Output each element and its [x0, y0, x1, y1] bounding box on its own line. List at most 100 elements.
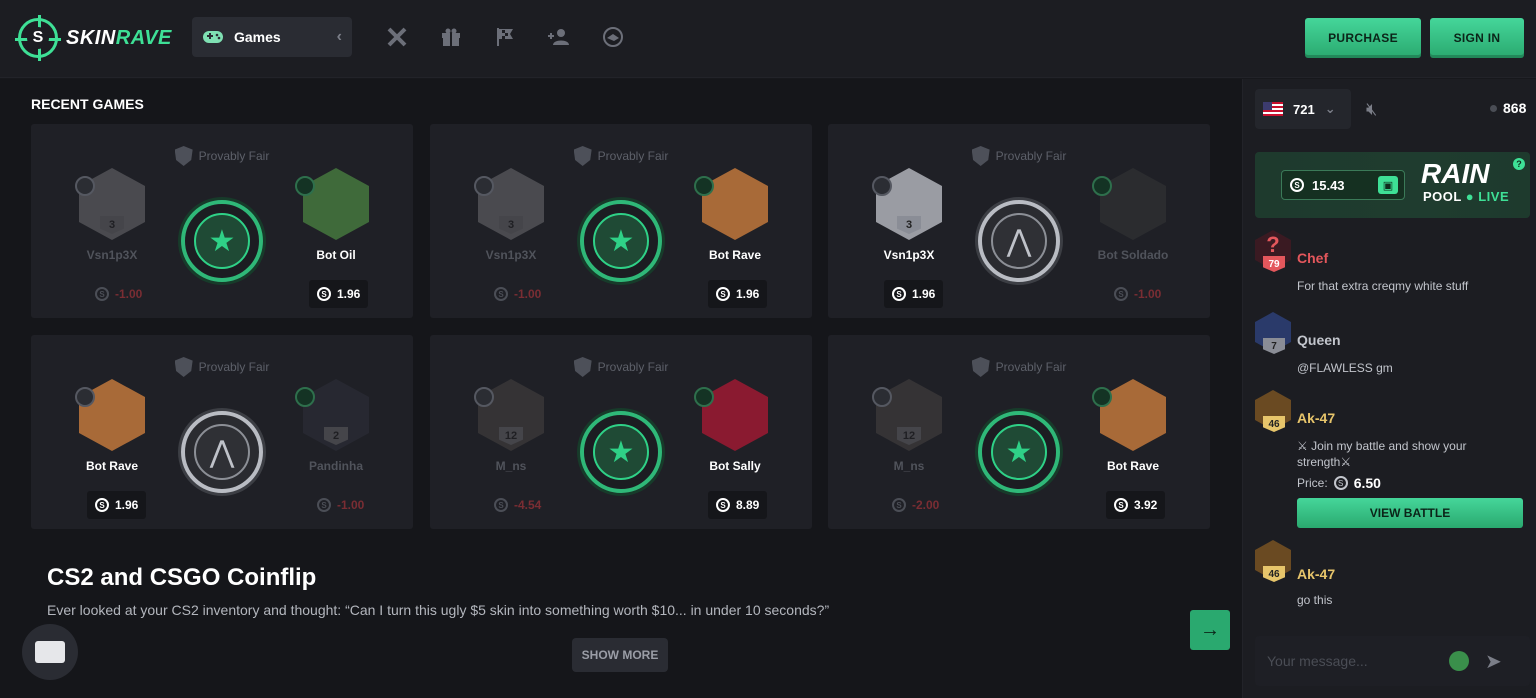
level-badge: 12 [897, 427, 921, 445]
bot-badge-icon [295, 387, 315, 407]
rain-title: RAIN [1421, 158, 1490, 189]
show-more-button[interactable]: SHOW MORE [572, 638, 668, 672]
arrow-right-icon: → [1200, 618, 1220, 641]
gift-icon[interactable] [438, 24, 464, 50]
rain-live-label: LIVE [1478, 189, 1510, 204]
message-author[interactable]: Ak-47 [1297, 410, 1335, 426]
provably-fair-label[interactable]: Provably Fair [430, 357, 812, 377]
player-avatar [702, 379, 768, 451]
chat-input-box: ➤ [1255, 636, 1530, 686]
player-avatar [1100, 168, 1166, 240]
game-card[interactable]: Provably Fair 12 M_ns Bot Rave ★ S -2.00 … [828, 335, 1210, 529]
player-name: Bot Rave [1106, 459, 1159, 473]
player-avatar [303, 168, 369, 240]
logo-text-1: SKIN [66, 26, 116, 49]
coin-icon: S [716, 287, 730, 301]
price-label: Price: [1297, 476, 1328, 490]
chat-toggle-button[interactable] [22, 624, 78, 680]
amount: S 1.96 [884, 280, 944, 308]
player-name: M_ns [893, 459, 925, 473]
player-name: Pandinha [308, 459, 363, 473]
games-label: Games [234, 29, 281, 45]
game-card[interactable]: Provably Fair 3 Vsn1p3X Bot Rave ★ S -1.0… [430, 124, 812, 318]
add-user-icon[interactable] [546, 24, 572, 50]
player-name: Vsn1p3X [485, 248, 537, 262]
amount-value: 1.96 [736, 287, 760, 301]
top-bar: S SKINRAVE Games ‹ PURCHASE SIGN IN [0, 0, 1536, 78]
amount: S 3.92 [1106, 491, 1166, 519]
amount: S 1.96 [309, 280, 369, 308]
amount-value: -2.00 [912, 498, 940, 512]
coin-result: ⋀ [978, 200, 1060, 282]
rain-pool-banner[interactable]: S 15.43 ▣ RAIN POOL ● LIVE ? [1255, 152, 1530, 218]
amount: S -4.54 [486, 491, 549, 519]
amount: S -1.00 [309, 491, 372, 519]
amount-value: 3.92 [1134, 498, 1158, 512]
help-icon[interactable]: ? [1513, 158, 1525, 170]
player-name: Vsn1p3X [883, 248, 935, 262]
player-badge-icon [474, 387, 494, 407]
bot-badge-icon [694, 176, 714, 196]
player-badge-icon [75, 176, 95, 196]
chat-message: 46 Ak-47 go this [1255, 540, 1530, 610]
player-name: Bot Oil [316, 248, 356, 262]
message-text: For that extra creqmy white stuff [1297, 279, 1469, 293]
games-dropdown[interactable]: Games ‹ [192, 17, 352, 57]
provably-fair-label[interactable]: Provably Fair [828, 146, 1210, 166]
message-author[interactable]: Ak-47 [1297, 566, 1335, 582]
recent-games-title: RECENT GAMES [31, 96, 144, 112]
coin-icon: S [716, 498, 730, 512]
chevron-down-icon: ⌄ [1324, 101, 1336, 116]
coin-icon: S [317, 498, 331, 512]
level-badge: 3 [499, 216, 523, 234]
send-icon[interactable]: ➤ [1485, 649, 1502, 674]
mute-icon[interactable]: 🔇︎ [1366, 99, 1377, 120]
emoji-icon[interactable] [1449, 651, 1469, 671]
provably-fair-label[interactable]: Provably Fair [31, 357, 413, 377]
coin-icon: S [892, 498, 906, 512]
player-name: Bot Soldado [1097, 248, 1169, 262]
amount: S 1.96 [708, 280, 768, 308]
coin-icon: S [1333, 476, 1348, 490]
battle-price: Price: S 6.50 [1297, 475, 1381, 491]
logo[interactable]: S SKINRAVE [15, 15, 172, 61]
game-card[interactable]: Provably Fair 3 Vsn1p3X Bot Oil ★ S -1.00… [31, 124, 413, 318]
rain-pool-label: POOL [1423, 189, 1462, 204]
knife-icon: ⋀ [194, 424, 250, 480]
swords-icon[interactable] [384, 24, 410, 50]
handshake-icon[interactable] [600, 24, 626, 50]
coin-result: ★ [580, 200, 662, 282]
amount-value: -1.00 [337, 498, 365, 512]
provably-fair-text: Provably Fair [597, 360, 669, 374]
message-author[interactable]: Queen [1297, 332, 1341, 348]
game-card[interactable]: Provably Fair 12 M_ns Bot Sally ★ S -4.54… [430, 335, 812, 529]
view-battle-button[interactable]: VIEW BATTLE [1297, 498, 1523, 528]
level-badge: 2 [324, 427, 348, 445]
message-author[interactable]: Chef [1297, 250, 1328, 266]
sign-in-button[interactable]: SIGN IN [1430, 18, 1524, 58]
player-badge-icon [474, 176, 494, 196]
arrow-right-button[interactable]: → [1190, 610, 1230, 650]
region-selector[interactable]: 721 ⌄ [1255, 89, 1351, 129]
coin-icon: S [1114, 287, 1128, 301]
coin-icon: S [95, 498, 109, 512]
coinflip-title: CS2 and CSGO Coinflip [47, 564, 317, 591]
game-card[interactable]: Provably Fair 2 Bot Rave Pandinha ⋀ S 1.9… [31, 335, 413, 529]
race-flag-icon[interactable] [492, 24, 518, 50]
player-avatar [1100, 379, 1166, 451]
shield-icon [573, 357, 592, 377]
chevron-left-icon: ‹ [336, 28, 342, 45]
provably-fair-label[interactable]: Provably Fair [430, 146, 812, 166]
star-icon: ★ [593, 213, 649, 269]
player-badge-icon [75, 387, 95, 407]
provably-fair-label[interactable]: Provably Fair [31, 146, 413, 166]
message-input[interactable] [1267, 653, 1437, 669]
star-icon: ★ [991, 424, 1047, 480]
shield-icon [573, 146, 592, 166]
provably-fair-label[interactable]: Provably Fair [828, 357, 1210, 377]
player-name: Bot Sally [709, 459, 761, 473]
game-card[interactable]: Provably Fair 3 Vsn1p3X Bot Soldado ⋀ S1… [828, 124, 1210, 318]
level-badge: 46 [1263, 416, 1285, 432]
provably-fair-text: Provably Fair [995, 149, 1067, 163]
purchase-button[interactable]: PURCHASE [1305, 18, 1421, 58]
